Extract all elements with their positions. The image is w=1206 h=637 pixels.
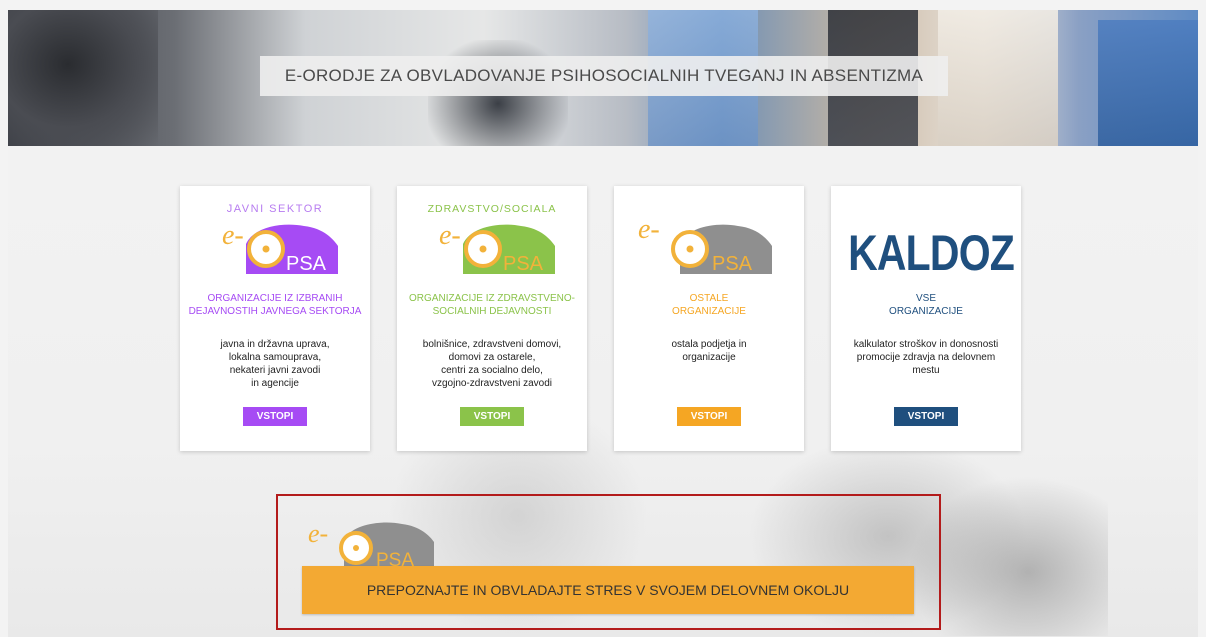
stress-promo-box: e- PSA PREPOZNAJTE IN OBVLADAJTE STRES V… [276,494,941,630]
svg-text:PSA: PSA [286,253,327,275]
hero-banner: E-ORODJE ZA OBVLADOVANJE PSIHOSOCIALNIH … [8,10,1198,146]
card-desc: javna in državna uprava, lokalna samoupra… [220,339,330,389]
card-org: VSE ORGANIZACIJE [889,293,963,317]
svg-text:e-: e- [308,519,328,548]
enter-button[interactable]: VSTOPI [460,407,524,426]
card-org: ORGANIZACIJE IZ ZDRAVSTVENO-SOCIALNIH DE… [409,293,575,317]
kaldoz-logo: KALDOZ [848,225,1015,281]
card-heading: ZDRAVSTVO/SOCIALA [428,203,557,215]
card-org: ORGANIZACIJE IZ IZBRANIH DEJAVNOSTIH JAV… [188,293,362,317]
svg-text:PSA: PSA [503,253,544,275]
card-desc: bolnišnice, zdravstveni domovi, domovi za… [422,339,562,389]
card-javni-sektor: JAVNI SEKTOR e- PSA ORGANIZACIJE IZ IZBR… [180,186,370,451]
hero-title-box: E-ORODJE ZA OBVLADOVANJE PSIHOSOCIALNIH … [260,56,948,96]
eopsa-logo: e- PSA [638,214,772,275]
eopsa-promo-logo: e- PSA [308,519,434,569]
card-desc: kalkulator stroškov in donosnosti promoci… [853,339,999,376]
eopsa-javni-logo: JAVNI SEKTOR e- PSA [222,203,338,275]
svg-text:e-: e- [638,214,660,245]
card-org: OSTALE ORGANIZACIJE [672,293,746,317]
card-ostale-organizacije: e- PSA OSTALE ORGANIZACIJE ostala podjetj… [614,186,804,451]
stress-promo-button[interactable]: PREPOZNAJTE IN OBVLADAJTE STRES V SVOJEM… [302,566,914,614]
svg-text:PSA: PSA [712,253,753,275]
card-kaldoz: KALDOZ VSE ORGANIZACIJE kalkulator strošk… [831,186,1021,451]
card-desc: ostala podjetja in organizacije [671,339,747,363]
card-zdravstvo-sociala: ZDRAVSTVO/SOCIALA e- PSA ORGANIZACIJE IZ… [397,186,587,451]
hero-title: E-ORODJE ZA OBVLADOVANJE PSIHOSOCIALNIH … [284,66,924,85]
enter-button[interactable]: VSTOPI [243,407,307,426]
enter-button[interactable]: VSTOPI [894,407,958,426]
eopsa-zdravstvo-logo: ZDRAVSTVO/SOCIALA e- PSA [428,203,557,275]
svg-text:e-: e- [439,220,461,251]
card-heading: JAVNI SEKTOR [227,203,323,215]
svg-text:e-: e- [222,220,244,251]
enter-button[interactable]: VSTOPI [677,407,741,426]
